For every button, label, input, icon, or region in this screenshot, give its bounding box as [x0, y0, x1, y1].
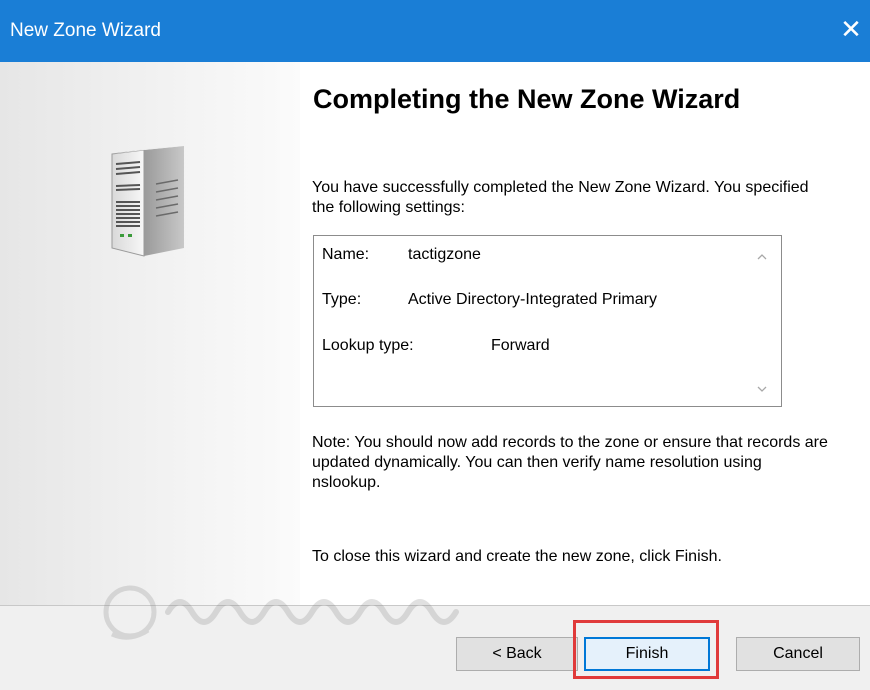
note-text: Note: You should now add records to the …	[312, 434, 828, 491]
window-title: New Zone Wizard	[10, 20, 161, 41]
settings-summary-box[interactable]: Name: tactigzone Type: Active Directory-…	[313, 235, 782, 407]
title-bar: New Zone Wizard ✕	[0, 0, 870, 62]
setting-label: Name:	[322, 246, 370, 263]
close-icon[interactable]: ✕	[838, 14, 864, 44]
setting-value: tactigzone	[408, 246, 481, 263]
wizard-side-panel	[0, 62, 300, 605]
scroll-down-arrow-icon[interactable]	[755, 382, 769, 396]
server-tower-icon	[111, 146, 184, 257]
scroll-up-arrow-icon[interactable]	[755, 250, 769, 264]
finish-highlight-frame	[573, 620, 719, 679]
intro-text: You have successfully completed the New …	[312, 179, 809, 216]
page-title: Completing the New Zone Wizard	[313, 84, 741, 114]
watermark-logo	[103, 585, 459, 640]
cancel-button[interactable]: Cancel	[736, 637, 860, 671]
setting-value: Forward	[491, 337, 550, 354]
setting-label: Type:	[322, 291, 362, 308]
setting-label: Lookup type:	[322, 337, 414, 354]
setting-value: Active Directory-Integrated Primary	[408, 291, 657, 308]
wizard-content: Completing the New Zone Wizard You have …	[300, 62, 870, 605]
closing-instruction: To close this wizard and create the new …	[312, 548, 722, 565]
back-button[interactable]: < Back	[456, 637, 578, 671]
